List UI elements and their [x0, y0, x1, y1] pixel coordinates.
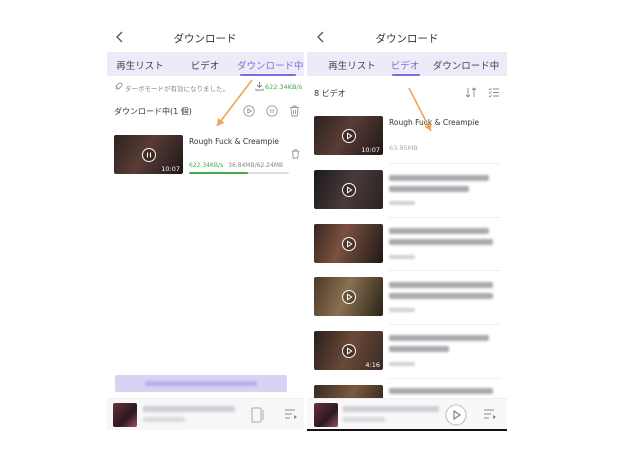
download-icon: [255, 81, 264, 91]
page-title: ダウンロード: [173, 33, 237, 45]
playlist-icon[interactable]: [284, 407, 298, 421]
blurred-video-title: [389, 228, 489, 234]
turbo-speed: 622.34KB/s: [265, 83, 303, 91]
video-thumbnail[interactable]: [314, 170, 383, 209]
blurred-video-title: [389, 346, 449, 352]
video-thumbnail[interactable]: 10:07: [314, 116, 383, 155]
turbo-message: ターボモードが有効になりました。: [125, 85, 229, 93]
play-all-icon[interactable]: [243, 105, 255, 117]
blurred-player-title: [143, 406, 235, 412]
blurred-action-button[interactable]: [115, 375, 287, 392]
chevron-left-icon[interactable]: [115, 31, 125, 43]
video-duration: 10:07: [361, 146, 380, 154]
download-stats: 622.34KB/s 36.84MB/62.24MB: [189, 162, 283, 169]
blurred-video-size: [389, 255, 415, 259]
progress-fill: [189, 172, 248, 174]
video-thumbnail[interactable]: [314, 224, 383, 263]
progress-track: [189, 172, 289, 174]
blurred-video-title: [389, 293, 493, 299]
tab-video[interactable]: ビデオ: [191, 58, 220, 72]
blurred-video-title: [389, 282, 493, 288]
play-circle-icon[interactable]: [445, 404, 467, 426]
tab-playlist[interactable]: 再生リスト: [116, 58, 164, 72]
play-circle-icon[interactable]: [341, 289, 356, 304]
row-divider: [389, 270, 501, 271]
tab-playlist[interactable]: 再生リスト: [328, 58, 376, 72]
row-divider: [389, 217, 501, 218]
tab-video[interactable]: ビデオ: [391, 58, 420, 72]
download-size: 36.84MB/62.24MB: [228, 162, 284, 169]
blurred-video-title: [389, 186, 469, 192]
sort-icon[interactable]: [465, 87, 477, 98]
blurred-player-subtitle: [343, 417, 385, 422]
tab-downloading[interactable]: ダウンロード中: [433, 58, 500, 72]
video-thumbnail[interactable]: 10:07: [114, 135, 183, 174]
trash-icon[interactable]: [289, 105, 300, 117]
blurred-video-title: [389, 175, 489, 181]
row-divider: [389, 324, 501, 325]
video-size: 63.95MB: [389, 144, 418, 152]
tab-bar: 再生リスト ビデオ ダウンロード中: [107, 52, 304, 76]
mini-player[interactable]: [307, 398, 507, 429]
playlist-icon[interactable]: [483, 407, 497, 421]
chevron-left-icon[interactable]: [316, 31, 326, 43]
play-circle-icon[interactable]: [341, 182, 356, 197]
active-tab-underline: [240, 74, 296, 76]
active-tab-underline: [392, 74, 420, 76]
blurred-video-size: [389, 362, 415, 366]
blurred-video-size: [389, 308, 415, 312]
blurred-label: [145, 381, 257, 386]
page-title: ダウンロード: [375, 33, 439, 45]
player-thumbnail[interactable]: [113, 403, 137, 427]
video-count: 8 ビデオ: [314, 89, 346, 98]
mini-player[interactable]: [107, 398, 304, 430]
left-phone-screen: ダウンロード 再生リスト ビデオ ダウンロード中 ターボモードが有効になりました…: [107, 20, 304, 430]
video-title: Rough Fuck & Creampie: [189, 137, 279, 146]
blurred-video-title: [389, 388, 493, 394]
row-divider: [389, 163, 501, 164]
video-thumbnail[interactable]: 4:16: [314, 331, 383, 370]
player-thumbnail[interactable]: [314, 403, 338, 427]
blurred-video-size: [389, 201, 415, 205]
blurred-video-title: [389, 239, 493, 245]
video-duration: 10:07: [161, 165, 180, 173]
blurred-player-subtitle: [143, 417, 185, 422]
play-circle-icon[interactable]: [341, 343, 356, 358]
blurred-video-title: [389, 335, 489, 341]
tab-bar: 再生リスト ビデオ ダウンロード中: [307, 52, 507, 76]
play-circle-icon[interactable]: [341, 128, 356, 143]
video-thumbnail[interactable]: [314, 277, 383, 316]
rocket-icon: [115, 82, 123, 90]
row-divider: [389, 378, 501, 379]
download-speed: 622.34KB/s: [189, 162, 224, 169]
section-title: ダウンロード中(1 個): [114, 107, 192, 116]
pause-all-icon[interactable]: [266, 105, 278, 117]
queue-icon[interactable]: [251, 407, 265, 423]
blurred-player-title: [343, 406, 439, 412]
play-circle-icon[interactable]: [341, 236, 356, 251]
video-duration: 4:16: [365, 361, 380, 369]
item-trash-icon[interactable]: [291, 149, 300, 159]
right-phone-screen: ダウンロード 再生リスト ビデオ ダウンロード中 8 ビデオ 10:07 Rou…: [307, 20, 507, 431]
pause-circle-icon[interactable]: [141, 147, 156, 162]
select-list-icon[interactable]: [488, 87, 500, 98]
video-title: Rough Fuck & Creampie: [389, 118, 479, 127]
tab-downloading[interactable]: ダウンロード中: [237, 58, 304, 72]
